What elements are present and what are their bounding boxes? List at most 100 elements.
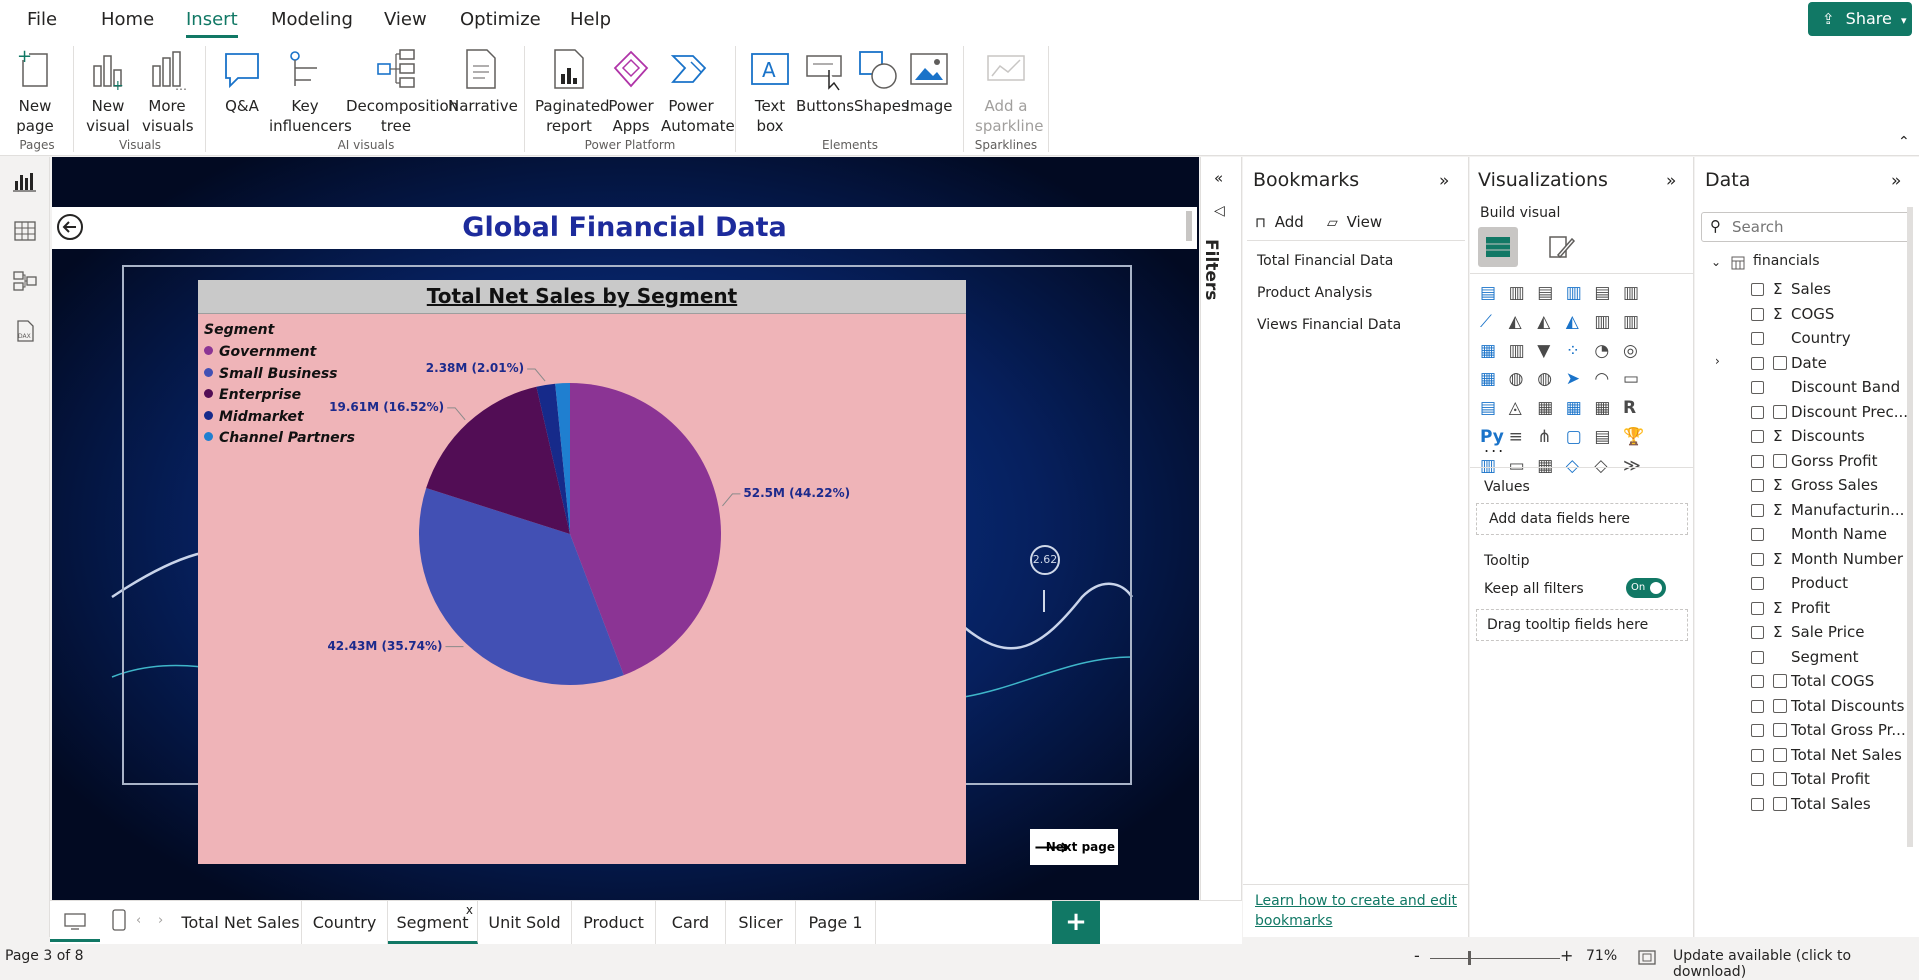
field-item[interactable]: Discount Band (1791, 378, 1900, 396)
metrics-icon[interactable]: 🏆 (1623, 427, 1647, 451)
qa-button[interactable]: Q&A (218, 48, 266, 116)
gauge-icon[interactable]: ◠ (1594, 369, 1618, 393)
bookmark-item[interactable]: Product Analysis (1257, 285, 1372, 301)
funnel-chart-icon[interactable]: ▼ (1537, 341, 1561, 365)
buttons-button[interactable]: Buttons (796, 48, 854, 116)
paginated-report-button[interactable]: Paginated report (534, 48, 610, 136)
more-visuals-ellipsis[interactable]: ... (1484, 437, 1505, 456)
field-item[interactable]: Total Gross Pr... (1791, 721, 1906, 739)
field-item[interactable]: Discount Prec... (1791, 403, 1908, 421)
pie-chart-visual[interactable]: Total Net Sales by Segment Segment Gover… (198, 280, 966, 864)
update-available[interactable]: Update available (click to download) (1673, 948, 1919, 980)
add-page-button[interactable]: + (1052, 901, 1100, 945)
tab-card[interactable]: Card (656, 901, 726, 944)
stacked-column-chart-icon[interactable]: ▥ (1509, 283, 1533, 307)
menu-optimize[interactable]: Optimize (460, 9, 541, 30)
field-checkbox[interactable] (1751, 626, 1764, 639)
values-drop-well[interactable]: Add data fields here (1476, 503, 1688, 535)
field-checkbox[interactable] (1751, 724, 1764, 737)
field-item[interactable]: Discounts (1791, 427, 1865, 445)
kpi-icon[interactable]: ◬ (1509, 398, 1533, 422)
next-page-button[interactable]: ⟶ Next page (1030, 829, 1118, 865)
stacked-area-chart-icon[interactable]: ◭ (1537, 312, 1561, 336)
pie-chart-icon[interactable]: ◔ (1594, 341, 1618, 365)
model-view-icon[interactable] (12, 269, 38, 293)
zoom-slider[interactable] (1430, 958, 1560, 959)
keep-all-filters-toggle[interactable]: On (1626, 578, 1666, 598)
field-checkbox[interactable] (1751, 503, 1764, 517)
donut-chart-icon[interactable]: ◎ (1623, 341, 1647, 365)
field-checkbox[interactable] (1751, 405, 1764, 419)
menu-view[interactable]: View (384, 9, 427, 30)
tab-total-net-sales[interactable]: Total Net Sales (180, 901, 302, 944)
stacked-bar-chart-icon[interactable]: ▤ (1480, 283, 1504, 307)
bookmark-item[interactable]: Views Financial Data (1257, 317, 1401, 333)
field-checkbox[interactable] (1751, 773, 1764, 786)
line-chart-icon[interactable]: ⟋ (1480, 312, 1504, 336)
decomposition-tree-button[interactable]: Decomposition tree (344, 48, 458, 136)
menu-home[interactable]: Home (101, 9, 154, 30)
field-item[interactable]: Sales (1791, 280, 1831, 298)
clustered-bar-chart-icon[interactable]: ▤ (1537, 283, 1561, 307)
matrix-icon[interactable]: ▦ (1594, 398, 1618, 422)
field-checkbox[interactable] (1751, 650, 1764, 664)
expand-filters-icon[interactable]: « (1214, 169, 1223, 187)
field-item[interactable]: Month Name (1791, 525, 1887, 543)
view-bookmarks-button[interactable]: ▱ View (1327, 213, 1382, 231)
tab-product[interactable]: Product (572, 901, 656, 944)
fit-to-page-icon[interactable] (1638, 950, 1656, 965)
field-item[interactable]: Profit (1791, 599, 1830, 617)
close-tab-icon[interactable]: x (466, 889, 473, 932)
field-item[interactable]: Gross Sales (1791, 476, 1878, 494)
text-box-button[interactable]: A Text box (746, 48, 794, 136)
qa-icon[interactable]: ▢ (1566, 427, 1590, 451)
bookmark-item[interactable]: Total Financial Data (1257, 253, 1393, 269)
prev-page-icon[interactable]: ‹ (136, 913, 141, 928)
power-automate-button[interactable]: Power Automate (658, 48, 735, 136)
tab-page-1[interactable]: Page 1 (796, 901, 876, 944)
100-stacked-bar-chart-icon[interactable]: ▤ (1594, 283, 1618, 307)
tab-country[interactable]: Country (302, 901, 388, 944)
field-checkbox[interactable] (1751, 601, 1764, 615)
field-item[interactable]: Gorss Profit (1791, 452, 1878, 470)
waterfall-chart-icon[interactable]: ▥ (1509, 341, 1533, 365)
shapes-button[interactable]: Shapes (854, 48, 909, 116)
field-item[interactable]: Sale Price (1791, 623, 1864, 641)
narrative-icon[interactable]: ▤ (1594, 427, 1618, 451)
desktop-layout-icon[interactable] (64, 913, 86, 931)
narrative-button[interactable]: Narrative (448, 48, 518, 116)
new-page-button[interactable]: + New page (8, 46, 62, 136)
field-checkbox[interactable] (1751, 699, 1764, 713)
r-visual-icon[interactable]: R (1623, 398, 1647, 422)
tab-segment[interactable]: Segment x (388, 901, 478, 944)
chevron-right-icon[interactable]: › (1715, 354, 1720, 368)
table-icon[interactable]: ▦ (1566, 398, 1590, 422)
zoom-out-icon[interactable]: - (1414, 946, 1420, 965)
table-view-icon[interactable] (12, 219, 38, 243)
tab-slicer[interactable]: Slicer (726, 901, 796, 944)
field-item[interactable]: Total Sales (1791, 795, 1871, 813)
collapse-ribbon-icon[interactable]: ⌃ (1898, 134, 1910, 150)
power-apps-button[interactable]: Power Apps (606, 48, 656, 136)
field-item[interactable]: Segment (1791, 648, 1859, 666)
field-checkbox[interactable] (1751, 332, 1764, 345)
collapse-data-icon[interactable]: » (1891, 171, 1901, 191)
multi-row-card-icon[interactable]: ▤ (1480, 398, 1504, 422)
filters-pane-collapsed[interactable]: « ◁ Filters (1200, 157, 1242, 937)
slicer-icon[interactable]: ▦ (1537, 398, 1561, 422)
field-checkbox[interactable] (1751, 797, 1764, 811)
mobile-layout-icon[interactable] (112, 909, 126, 931)
azure-map-icon[interactable]: ➤ (1566, 369, 1590, 393)
field-item[interactable]: Date (1791, 354, 1827, 372)
next-page-icon[interactable]: › (158, 913, 163, 928)
chevron-down-icon[interactable]: ⌄ (1711, 255, 1721, 269)
menu-file[interactable]: File (27, 9, 57, 30)
field-checkbox[interactable] (1751, 283, 1764, 296)
image-button[interactable]: Image (904, 48, 954, 116)
field-item[interactable]: Total Net Sales (1791, 746, 1902, 764)
new-visual-button[interactable]: + New visual (82, 48, 134, 136)
scrollbar[interactable] (1186, 211, 1192, 241)
decomposition-tree-icon[interactable]: ⋔ (1537, 427, 1561, 451)
format-visual-tab[interactable] (1544, 231, 1576, 263)
table-name[interactable]: financials (1753, 253, 1820, 269)
